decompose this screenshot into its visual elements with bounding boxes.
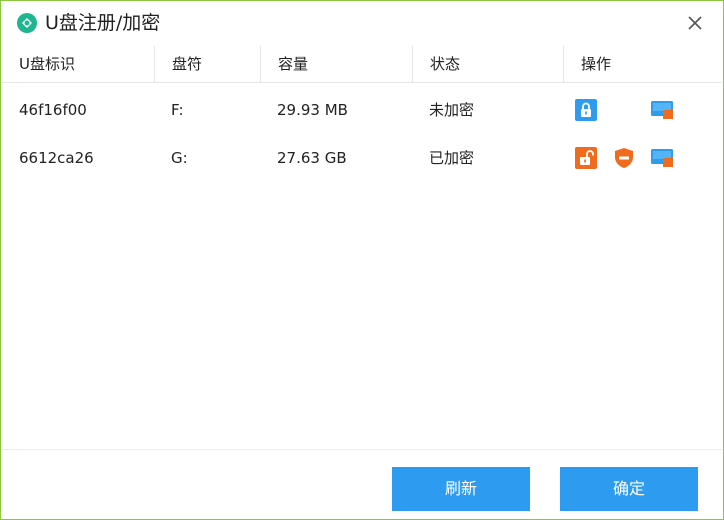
shield-minus-icon[interactable]: [613, 147, 635, 169]
cell-drive-letter: F:: [171, 101, 184, 119]
header-drive-letter: 盘符: [154, 46, 260, 82]
title-bar: U盘注册/加密: [1, 1, 723, 45]
table-header: U盘标识 盘符 容量 状态 操作: [2, 46, 722, 83]
cell-status: 未加密: [429, 101, 475, 119]
close-button[interactable]: [681, 9, 709, 37]
header-usb-id: U盘标识: [19, 55, 75, 73]
dialog-title: U盘注册/加密: [45, 12, 161, 34]
cell-usb-id: 46f16f00: [19, 101, 87, 119]
close-icon: [688, 16, 702, 30]
cell-drive-letter: G:: [171, 149, 188, 167]
cell-capacity: 29.93 MB: [277, 101, 348, 119]
dialog-window: U盘注册/加密 U盘标识 盘符 容量 状态 操作 46f16f00 F: 29.…: [0, 0, 724, 520]
header-capacity: 容量: [260, 46, 412, 82]
header-status: 状态: [412, 46, 563, 82]
confirm-button[interactable]: 确定: [560, 467, 698, 511]
cell-usb-id: 6612ca26: [19, 149, 94, 167]
app-logo-icon: [17, 13, 37, 33]
drive-icon[interactable]: [651, 99, 673, 121]
table-row: 46f16f00 F: 29.93 MB 未加密: [2, 87, 722, 133]
drive-icon[interactable]: [651, 147, 673, 169]
cell-status: 已加密: [429, 149, 475, 167]
footer-divider: [2, 449, 722, 450]
lock-icon[interactable]: [575, 99, 597, 121]
refresh-button[interactable]: 刷新: [392, 467, 530, 511]
cell-capacity: 27.63 GB: [277, 149, 347, 167]
unlock-icon[interactable]: [575, 147, 597, 169]
header-actions: 操作: [563, 46, 722, 82]
table-row: 6612ca26 G: 27.63 GB 已加密: [2, 135, 722, 181]
